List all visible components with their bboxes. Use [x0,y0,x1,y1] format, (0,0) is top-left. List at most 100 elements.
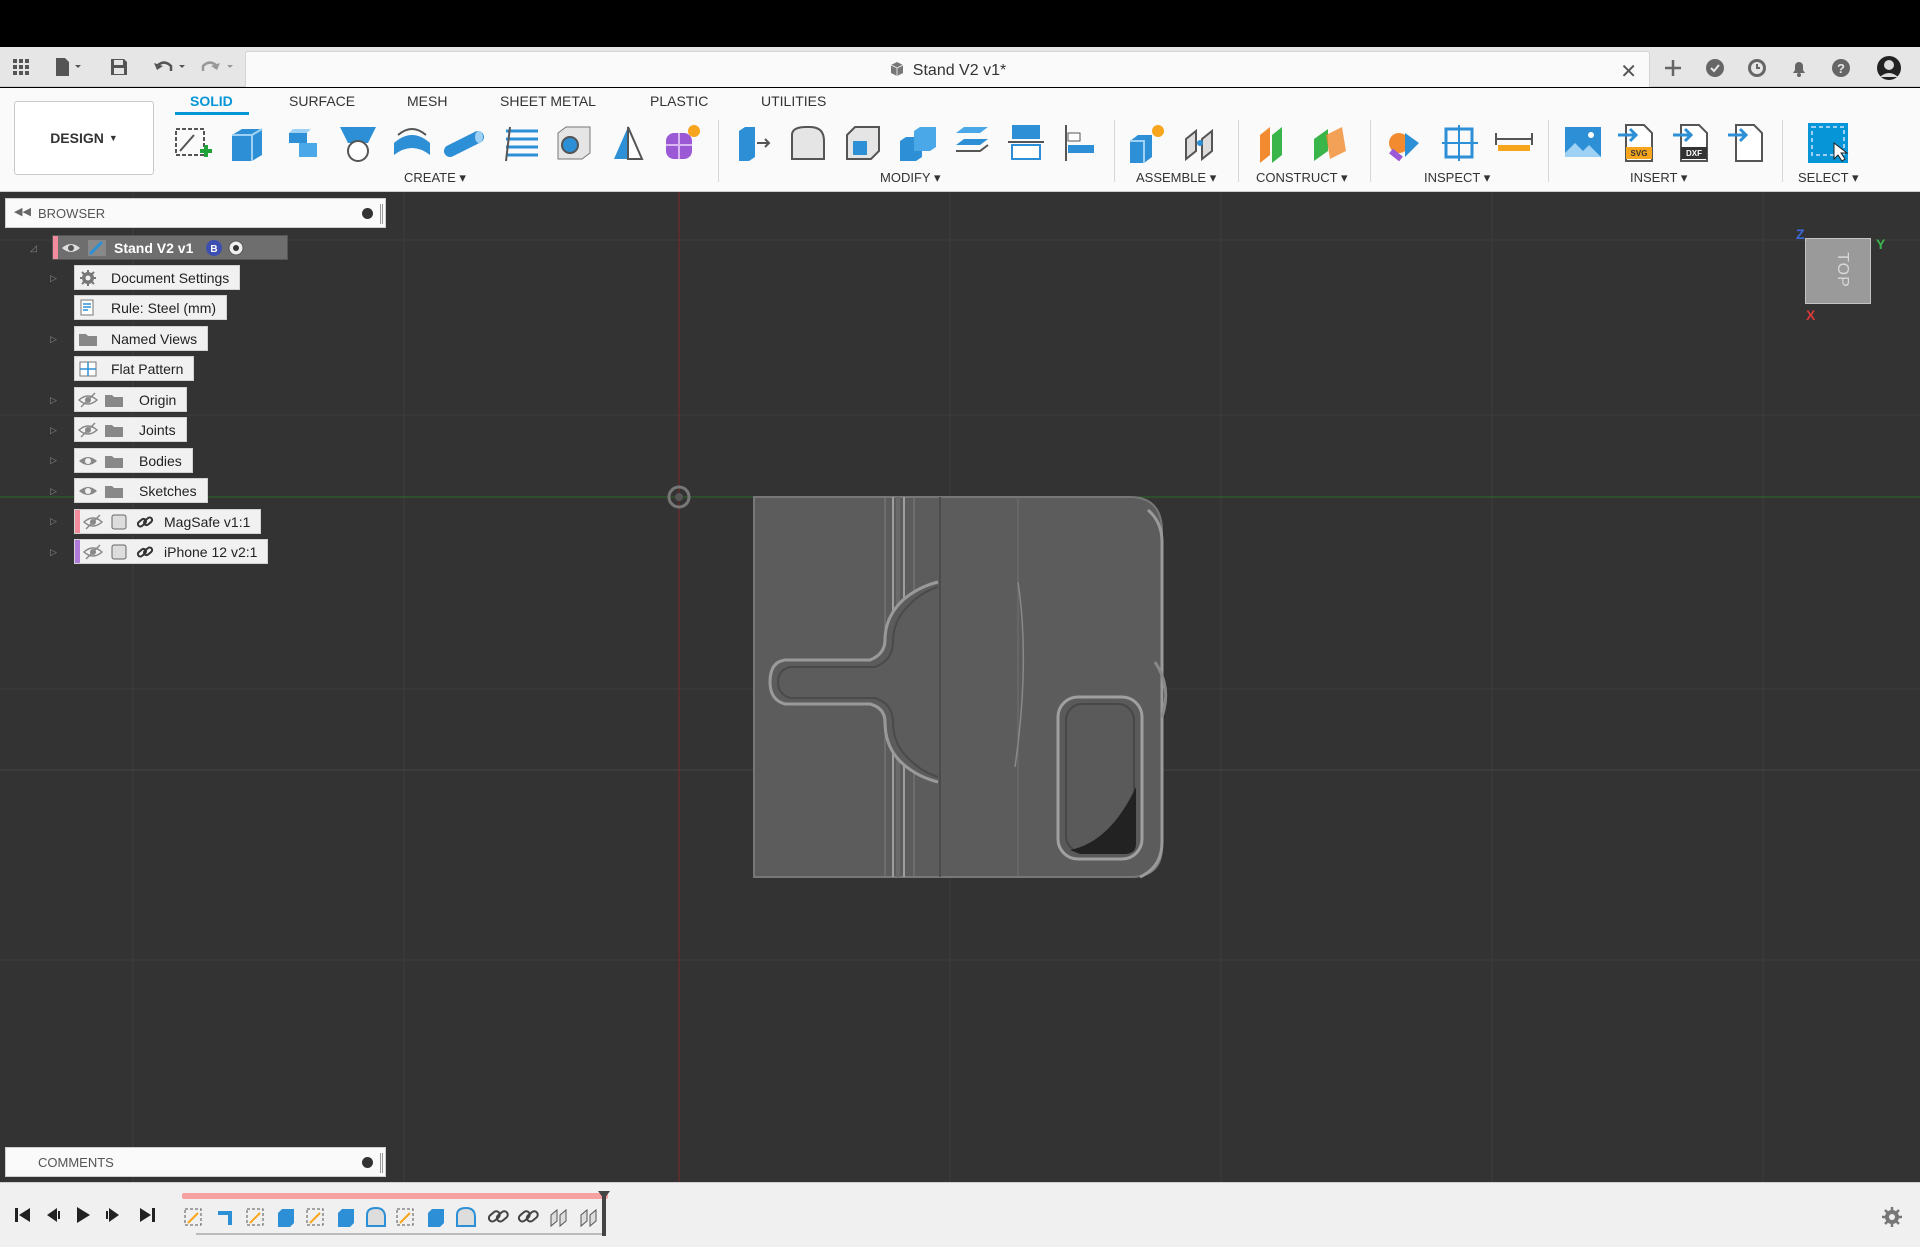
insert-group-label[interactable]: INSERT ▾ [1630,170,1687,186]
eye-icon[interactable] [75,449,101,472]
split-face-icon[interactable] [1004,121,1048,165]
select-icon[interactable] [1806,121,1854,165]
timeline-joint-icon[interactable] [578,1205,602,1229]
new-tab-icon[interactable] [1660,55,1686,81]
loft-icon[interactable] [390,121,434,165]
modify-group-label[interactable]: MODIFY ▾ [880,170,940,186]
create-group-label[interactable]: CREATE ▾ [404,170,466,186]
revolve-icon[interactable] [281,121,325,165]
panel-resize-handle[interactable] [380,1153,383,1173]
browser-root-node[interactable]: Stand V2 v1 B [52,235,288,260]
create-form-icon[interactable] [660,121,704,165]
undo-icon[interactable] [150,55,190,79]
timeline-track[interactable] [182,1193,608,1199]
file-menu-icon[interactable] [50,55,86,79]
offset-face-icon[interactable] [950,121,994,165]
timeline-sketch-icon[interactable] [182,1205,206,1229]
save-icon[interactable] [106,55,132,79]
timeline-joint-icon[interactable] [548,1205,572,1229]
browser-item-joints[interactable]: Joints [74,417,187,442]
shell-icon[interactable] [841,121,885,165]
expand-icon[interactable]: ▷ [50,273,60,283]
combine-icon[interactable] [896,121,940,165]
browser-item-iphone[interactable]: iPhone 12 v2:1 [74,539,269,564]
tab-utilities[interactable]: UTILITIES [761,93,826,109]
offset-plane-icon[interactable] [1254,121,1298,165]
insert-mesh-icon[interactable] [1726,121,1770,165]
expand-icon[interactable]: ▷ [50,486,60,496]
timeline-sketch-icon[interactable] [394,1205,418,1229]
tab-plastic[interactable]: PLASTIC [650,93,708,109]
collapse-panel-icon[interactable]: ◀◀ [14,205,31,218]
browser-item-rule[interactable]: Rule: Steel (mm) [74,295,228,320]
tab-surface[interactable]: SURFACE [289,93,355,109]
select-group-label[interactable]: SELECT ▾ [1798,170,1858,186]
section-analysis-icon[interactable] [1438,121,1482,165]
measure-icon[interactable] [1492,121,1536,165]
panel-resize-handle[interactable] [380,204,383,224]
rib-icon[interactable] [500,121,544,165]
tab-solid[interactable]: SOLID [190,93,233,109]
timeline-sketch-icon[interactable] [304,1205,328,1229]
3d-viewport[interactable] [0,192,1920,1182]
sweep-icon[interactable] [336,121,380,165]
joint-icon[interactable] [1180,121,1224,165]
timeline-link-icon[interactable] [486,1205,510,1229]
browser-item-bodies[interactable]: Bodies [74,448,193,473]
browser-item-magsafe[interactable]: MagSafe v1:1 [74,509,262,534]
expand-icon[interactable]: ▷ [50,455,60,465]
timeline-fillet-icon[interactable] [364,1205,388,1229]
go-to-end-icon[interactable] [136,1204,158,1226]
eye-hidden-icon[interactable] [80,510,106,533]
align-icon[interactable] [1058,121,1102,165]
comments-panel-header[interactable]: COMMENTS [5,1147,386,1177]
tab-mesh[interactable]: MESH [407,93,447,109]
go-to-start-icon[interactable] [12,1204,34,1226]
extensions-icon[interactable] [1702,55,1728,81]
timeline-extrude-icon[interactable] [424,1205,448,1229]
hole-icon[interactable] [552,121,596,165]
timeline-link-icon[interactable] [516,1205,540,1229]
eye-icon[interactable] [75,479,101,502]
fillet-icon[interactable] [786,121,830,165]
timeline-marker[interactable] [602,1194,606,1236]
panel-pin-icon[interactable] [362,208,373,219]
expand-icon[interactable]: ▷ [50,516,60,526]
browser-item-document-settings[interactable]: Document Settings [74,265,241,290]
new-component-icon[interactable] [1126,121,1170,165]
expand-icon[interactable]: ▷ [50,395,60,405]
browser-item-named-views[interactable]: Named Views [74,326,209,351]
document-tab[interactable]: Stand V2 v1* ✕ [245,51,1650,87]
mirror-icon[interactable] [606,121,650,165]
browser-item-sketches[interactable]: Sketches [74,478,208,503]
workspace-switcher-button[interactable]: DESIGN ▼ [14,101,154,175]
help-icon[interactable]: ? [1828,55,1854,81]
tab-sheet-metal[interactable]: SHEET METAL [500,93,596,109]
extrude-icon[interactable] [226,121,270,165]
eye-hidden-icon[interactable] [80,540,106,563]
assemble-group-label[interactable]: ASSEMBLE ▾ [1136,170,1216,186]
browser-panel-header[interactable]: ◀◀ BROWSER [5,198,386,228]
plane-at-angle-icon[interactable] [1308,121,1352,165]
insert-canvas-icon[interactable] [1561,121,1605,165]
model-body[interactable] [753,496,1168,879]
pipe-icon[interactable] [444,121,488,165]
timeline-fillet-icon[interactable] [454,1205,478,1229]
expand-icon[interactable]: ▷ [50,425,60,435]
timeline-marker-head[interactable] [598,1191,610,1199]
app-grid-icon[interactable] [8,55,34,79]
eye-hidden-icon[interactable] [75,418,101,441]
timeline-flange-icon[interactable] [214,1205,238,1229]
activate-radio-icon[interactable] [225,236,247,259]
insert-svg-icon[interactable]: SVG [1616,121,1660,165]
eye-icon[interactable] [58,236,84,259]
create-sketch-icon[interactable] [172,121,216,165]
interference-icon[interactable] [1383,121,1427,165]
construct-group-label[interactable]: CONSTRUCT ▾ [1256,170,1348,186]
notifications-bell-icon[interactable] [1786,55,1812,81]
step-forward-icon[interactable] [102,1204,124,1226]
viewcube[interactable]: TOP [1805,238,1871,304]
timeline-settings-gear-icon[interactable] [1880,1205,1904,1229]
close-tab-icon[interactable]: ✕ [1620,59,1637,84]
timeline-extrude-icon[interactable] [274,1205,298,1229]
